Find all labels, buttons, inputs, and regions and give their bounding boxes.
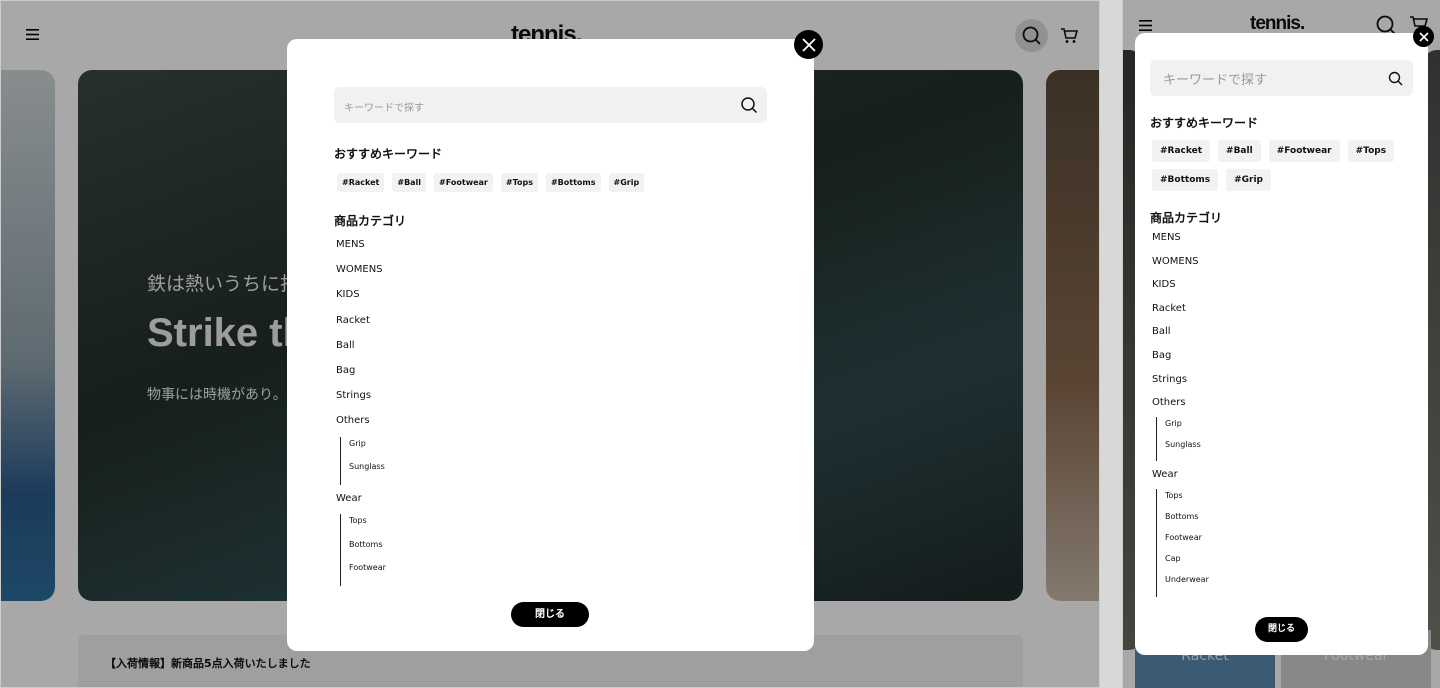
- keyword-tag[interactable]: #Grip: [608, 173, 645, 192]
- search-icon[interactable]: [1388, 71, 1403, 86]
- category-link-wear[interactable]: Wear: [336, 493, 386, 514]
- subcategory-link[interactable]: Bottoms: [1165, 512, 1209, 533]
- close-icon: [801, 37, 816, 52]
- subcategory-link[interactable]: Tops: [349, 516, 386, 539]
- search-input[interactable]: キーワードで探す: [1150, 60, 1413, 96]
- subcategory-list: Tops Bottoms Footwear Cap Underwear: [1156, 488, 1209, 597]
- search-modal-mobile: キーワードで探す おすすめキーワード #Racket #Ball #Footwear…: [1135, 33, 1428, 655]
- subcategory-link[interactable]: Underwear: [1165, 575, 1209, 596]
- category-link-others[interactable]: Others: [336, 415, 386, 436]
- close-button[interactable]: 閉じる: [1255, 617, 1308, 642]
- subcategory-list: Tops Bottoms Footwear: [340, 514, 386, 587]
- close-icon: [1418, 31, 1429, 42]
- category-link[interactable]: Racket: [1152, 303, 1209, 327]
- view-divider: [1100, 0, 1122, 688]
- category-link[interactable]: MENS: [1152, 232, 1209, 256]
- category-link[interactable]: Ball: [1152, 326, 1209, 350]
- keyword-tag[interactable]: #Racket: [337, 173, 385, 192]
- subcategory-link[interactable]: Sunglass: [1165, 440, 1209, 461]
- subcategory-list: Grip Sunglass: [1156, 416, 1209, 462]
- category-heading: 商品カテゴリ: [1150, 211, 1223, 225]
- category-link[interactable]: WOMENS: [336, 264, 386, 289]
- category-link[interactable]: WOMENS: [1152, 256, 1209, 280]
- keyword-tags: #Racket #Ball #Footwear #Tops #Bottoms #Grip: [337, 173, 645, 192]
- keyword-tag[interactable]: #Footwear: [434, 173, 493, 192]
- category-link[interactable]: Racket: [336, 315, 386, 340]
- subcategory-link[interactable]: Footwear: [1165, 533, 1209, 554]
- search-modal: キーワードで探す おすすめキーワード #Racket #Ball #Footwear…: [287, 39, 814, 651]
- keyword-tag[interactable]: #Bottoms: [545, 173, 601, 192]
- category-link[interactable]: Bag: [336, 365, 386, 390]
- close-modal-button[interactable]: [1413, 26, 1434, 47]
- keyword-tag[interactable]: #Tops: [500, 173, 538, 192]
- subcategory-list: Grip Sunglass: [340, 436, 386, 486]
- keyword-tag[interactable]: #Grip: [1226, 169, 1272, 191]
- search-placeholder: キーワードで探す: [344, 103, 424, 114]
- search-placeholder: キーワードで探す: [1163, 73, 1268, 88]
- search-icon[interactable]: [740, 96, 758, 114]
- subcategory-link[interactable]: Tops: [1165, 491, 1209, 512]
- keywords-heading: おすすめキーワード: [334, 147, 443, 161]
- subcategory-link[interactable]: Cap: [1165, 554, 1209, 575]
- subcategory-link[interactable]: Grip: [1165, 419, 1209, 440]
- category-heading: 商品カテゴリ: [334, 214, 407, 228]
- subcategory-link[interactable]: Bottoms: [349, 540, 386, 563]
- close-modal-button[interactable]: [794, 30, 823, 59]
- keyword-tag[interactable]: #Racket: [1152, 140, 1211, 162]
- close-button[interactable]: 閉じる: [511, 602, 589, 627]
- keyword-tag[interactable]: #Footwear: [1268, 140, 1340, 162]
- keyword-tag[interactable]: #Ball: [1218, 140, 1261, 162]
- desktop-view: tennis. 鉄は熱いうちに打 Strike th 物事には時機があり。 【入…: [0, 0, 1100, 688]
- category-link[interactable]: KIDS: [1152, 279, 1209, 303]
- search-input[interactable]: キーワードで探す: [334, 87, 767, 123]
- keyword-tag[interactable]: #Bottoms: [1152, 169, 1219, 191]
- category-link[interactable]: Strings: [336, 390, 386, 415]
- category-link[interactable]: Ball: [336, 340, 386, 365]
- keyword-tag[interactable]: #Ball: [392, 173, 427, 192]
- mobile-view: tennis. Racket Footwear キーワードで探す おすすめキーワ…: [1122, 0, 1440, 688]
- category-link[interactable]: Strings: [1152, 374, 1209, 398]
- keyword-tag[interactable]: #Tops: [1347, 140, 1395, 162]
- category-link[interactable]: MENS: [336, 239, 386, 264]
- subcategory-link[interactable]: Sunglass: [349, 462, 386, 485]
- keyword-tags: #Racket #Ball #Footwear #Tops #Bottoms #Grip: [1152, 140, 1402, 191]
- category-link[interactable]: KIDS: [336, 289, 386, 314]
- subcategory-link[interactable]: Footwear: [349, 563, 386, 586]
- subcategory-link[interactable]: Grip: [349, 439, 386, 462]
- category-link-others[interactable]: Others: [1152, 397, 1209, 417]
- category-link[interactable]: Bag: [1152, 350, 1209, 374]
- category-link-wear[interactable]: Wear: [1152, 469, 1209, 489]
- keywords-heading: おすすめキーワード: [1150, 116, 1259, 130]
- category-list: MENS WOMENS KIDS Racket Ball Bag Strings Others…: [1152, 232, 1209, 605]
- category-list: MENS WOMENS KIDS Racket Ball Bag Strings Others…: [336, 239, 386, 594]
